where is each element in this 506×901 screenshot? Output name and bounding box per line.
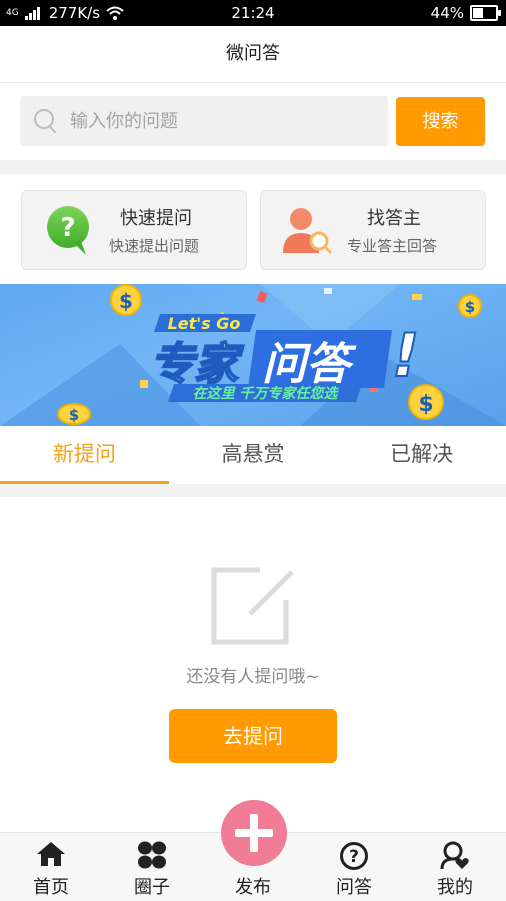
banner-subline: 在这里 千万专家任您选 bbox=[193, 385, 340, 402]
plus-icon bbox=[235, 814, 273, 852]
question-bubble-icon: ? bbox=[47, 206, 89, 255]
tab-resolved[interactable]: 已解决 bbox=[337, 426, 506, 482]
empty-state-message: 还没有人提问哦~ bbox=[186, 667, 320, 687]
quick-ask-title: 快速提问 bbox=[120, 208, 192, 229]
tab-new-questions[interactable]: 新提问 bbox=[0, 426, 169, 484]
banner-graphic: $ $ $ $ Let's Go 专家 问答 ! 在这里 千万专家任您选 bbox=[0, 284, 506, 426]
circle-icon bbox=[138, 841, 166, 869]
battery-icon bbox=[470, 5, 501, 21]
status-bar: 4G 277K/s 21:24 44% bbox=[0, 0, 506, 26]
nav-qa-label: 问答 bbox=[336, 877, 372, 898]
tab-high-reward[interactable]: 高悬赏 bbox=[169, 426, 338, 482]
promo-banner[interactable]: $ $ $ $ Let's Go 专家 问答 ! 在这里 千万专家任您选 bbox=[0, 284, 506, 426]
tabs-divider bbox=[0, 484, 506, 497]
question-icon: ? bbox=[340, 842, 368, 870]
banner-headline-right: 问答 bbox=[262, 339, 357, 390]
nav-profile[interactable]: 我的 bbox=[405, 833, 505, 901]
search-input[interactable] bbox=[68, 109, 372, 133]
search-button[interactable]: 搜索 bbox=[396, 97, 485, 146]
search-icon bbox=[34, 109, 58, 134]
profile-icon bbox=[440, 841, 469, 870]
coin-icon: $ bbox=[110, 284, 142, 316]
svg-text:?: ? bbox=[60, 213, 75, 243]
svg-text:!: ! bbox=[392, 321, 419, 391]
nav-circle-label: 圈子 bbox=[134, 877, 170, 898]
svg-text:$: $ bbox=[69, 406, 79, 424]
svg-text:$: $ bbox=[465, 298, 475, 316]
expert-search-icon bbox=[283, 208, 333, 255]
nav-publish-label: 发布 bbox=[235, 877, 271, 898]
question-tabs: 新提问 高悬赏 已解决 bbox=[0, 426, 506, 484]
ask-question-button[interactable]: 去提问 bbox=[169, 709, 337, 763]
publish-button[interactable] bbox=[221, 800, 287, 866]
search-box[interactable] bbox=[20, 96, 388, 146]
status-right: 44% bbox=[430, 4, 501, 22]
quick-ask-card[interactable]: ? 快速提问 快速提出问题 bbox=[21, 190, 247, 270]
home-icon bbox=[37, 842, 65, 866]
page-title: 微问答 bbox=[0, 26, 506, 83]
nav-circle[interactable]: 圈子 bbox=[102, 833, 202, 901]
banner-tagline: Let's Go bbox=[168, 314, 241, 333]
nav-qa[interactable]: ? 问答 bbox=[304, 833, 404, 901]
nav-home-label: 首页 bbox=[33, 877, 69, 898]
banner-headline-left: 专家 bbox=[150, 339, 244, 390]
find-expert-title: 找答主 bbox=[367, 208, 421, 229]
nav-home[interactable]: 首页 bbox=[1, 833, 101, 901]
svg-text:$: $ bbox=[418, 392, 433, 417]
quick-ask-subtitle: 快速提出问题 bbox=[109, 237, 200, 255]
nav-profile-label: 我的 bbox=[437, 877, 473, 898]
svg-text:?: ? bbox=[349, 847, 359, 867]
find-expert-subtitle: 专业答主回答 bbox=[347, 237, 438, 255]
svg-text:$: $ bbox=[119, 289, 133, 313]
edit-icon bbox=[211, 567, 294, 645]
battery-percent: 44% bbox=[430, 4, 464, 22]
find-expert-card[interactable]: 找答主 专业答主回答 bbox=[260, 190, 486, 270]
section-divider bbox=[0, 160, 506, 174]
